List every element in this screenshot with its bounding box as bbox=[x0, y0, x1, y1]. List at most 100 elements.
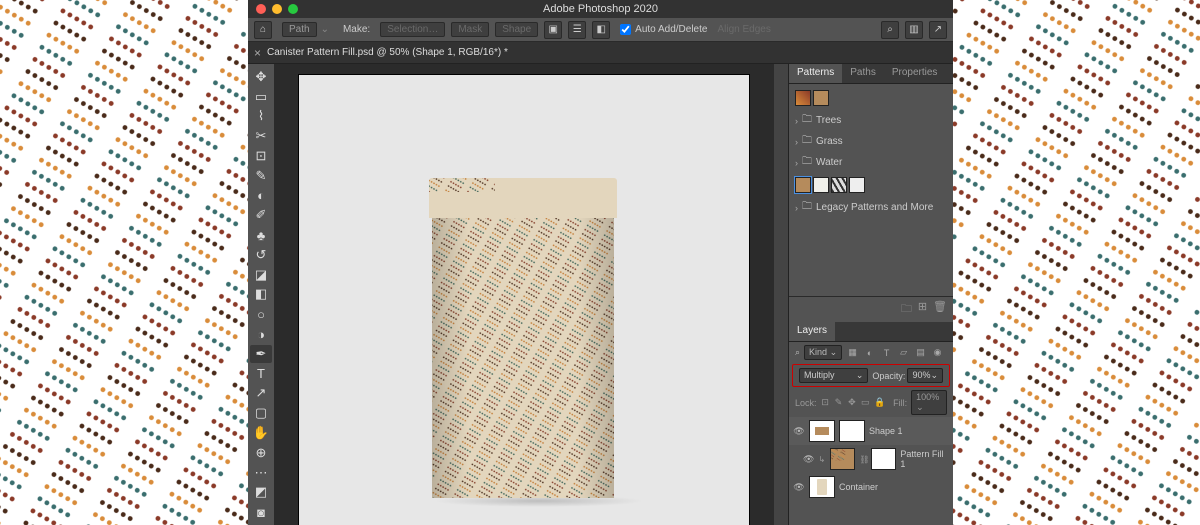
layer-row-container[interactable]: 👁 Container bbox=[789, 473, 953, 501]
filter-search-icon[interactable]: ⌕ bbox=[795, 347, 800, 358]
type-tool[interactable]: T bbox=[250, 365, 272, 383]
lock-all-icon[interactable]: 🔒 bbox=[874, 397, 885, 409]
make-shape-button[interactable]: Shape bbox=[495, 22, 538, 37]
pattern-thumb-1[interactable] bbox=[795, 177, 811, 193]
maximize-window-button[interactable] bbox=[288, 4, 298, 14]
lock-artboard-icon[interactable]: ▭ bbox=[861, 397, 870, 409]
gradient-tool[interactable]: ◧ bbox=[250, 286, 272, 304]
pattern-thumb-3[interactable] bbox=[831, 177, 847, 193]
dodge-tool[interactable]: ◑ bbox=[250, 325, 272, 343]
canvas-area[interactable] bbox=[274, 64, 774, 525]
filter-toggle-icon[interactable]: ◉ bbox=[931, 346, 944, 359]
foreground-background-colors[interactable]: ◩ bbox=[250, 483, 272, 501]
pattern-thumb-4[interactable] bbox=[849, 177, 865, 193]
share-icon[interactable]: ↗ bbox=[929, 21, 947, 39]
brush-tool[interactable]: ✐ bbox=[250, 206, 272, 224]
folder-icon: 🗀 bbox=[802, 199, 812, 216]
visibility-toggle[interactable]: 👁 bbox=[793, 482, 805, 493]
document-tab[interactable]: Canister Pattern Fill.psd @ 50% (Shape 1… bbox=[267, 47, 508, 58]
layer-mask-thumb[interactable] bbox=[871, 448, 896, 470]
layer-name[interactable]: Shape 1 bbox=[869, 426, 903, 436]
path-align-icon[interactable]: ☰ bbox=[568, 21, 586, 39]
top-panel-tabs: Patterns Paths Properties bbox=[789, 64, 953, 84]
blend-opacity-row: Multiply⌄ Opacity: 90% ⌄ bbox=[792, 364, 950, 387]
tab-patterns[interactable]: Patterns bbox=[789, 64, 842, 83]
link-icon[interactable]: ⛓ bbox=[859, 455, 867, 464]
tab-paths[interactable]: Paths bbox=[842, 64, 884, 83]
options-bar: ⌂ Path ⌄ Make: Selection… Mask Shape ▣ ☰… bbox=[248, 18, 953, 42]
filter-smart-icon[interactable]: ▤ bbox=[914, 346, 927, 359]
workspace-switcher-icon[interactable]: ▥ bbox=[905, 21, 923, 39]
frame-tool[interactable]: ⊡ bbox=[250, 147, 272, 165]
filter-kind-dropdown[interactable]: Kind ⌄ bbox=[804, 345, 842, 360]
path-select-tool[interactable]: ↗ bbox=[250, 385, 272, 403]
lock-transparent-icon[interactable]: ⊡ bbox=[821, 397, 830, 409]
move-tool[interactable]: ✥ bbox=[250, 68, 272, 86]
path-arrange-icon[interactable]: ◧ bbox=[592, 21, 610, 39]
recent-pattern-swatch[interactable] bbox=[795, 90, 811, 106]
fill-value-input[interactable]: 100% ⌄ bbox=[911, 390, 947, 415]
search-icon[interactable]: ⌕ bbox=[881, 21, 899, 39]
folder-icon: 🗀 bbox=[802, 154, 812, 171]
pattern-folder-grass[interactable]: ›🗀Grass bbox=[795, 131, 947, 152]
filter-shape-icon[interactable]: ▱ bbox=[897, 346, 910, 359]
tab-properties[interactable]: Properties bbox=[884, 64, 946, 83]
layer-row-shape1[interactable]: 👁 Shape 1 bbox=[789, 417, 953, 445]
patterns-panel-footer: 🗀 ⊞ 🗑 bbox=[789, 296, 953, 322]
filter-type-icon[interactable]: T bbox=[880, 346, 893, 359]
visibility-toggle[interactable]: 👁 bbox=[793, 426, 805, 437]
eraser-tool[interactable]: ◪ bbox=[250, 266, 272, 284]
home-icon[interactable]: ⌂ bbox=[254, 21, 272, 39]
visibility-toggle[interactable]: 👁 bbox=[803, 454, 815, 465]
path-mode-dropdown[interactable]: Path bbox=[282, 22, 317, 37]
document-canvas[interactable] bbox=[298, 74, 750, 525]
delete-pattern-icon[interactable]: 🗑 bbox=[933, 300, 947, 319]
hand-tool[interactable]: ✋ bbox=[250, 424, 272, 442]
layer-thumb[interactable] bbox=[830, 448, 855, 470]
history-brush-tool[interactable]: ↺ bbox=[250, 246, 272, 264]
pen-tool[interactable]: ✒ bbox=[250, 345, 272, 363]
close-tab-button[interactable]: × bbox=[254, 46, 261, 60]
layers-panel-tabs: Layers bbox=[789, 322, 953, 342]
layer-thumb[interactable] bbox=[809, 420, 835, 442]
layer-name[interactable]: Container bbox=[839, 482, 878, 492]
pattern-folder-trees[interactable]: ›🗀Trees bbox=[795, 110, 947, 131]
stamp-tool[interactable]: ♣ bbox=[250, 226, 272, 244]
new-pattern-icon[interactable]: ⊞ bbox=[918, 300, 927, 319]
edit-toolbar[interactable]: ⋯ bbox=[250, 464, 272, 482]
crop-tool[interactable]: ✂ bbox=[250, 127, 272, 145]
filter-adjust-icon[interactable]: ◐ bbox=[863, 346, 876, 359]
quick-mask-toggle[interactable]: ◙ bbox=[250, 503, 272, 521]
make-selection-button[interactable]: Selection… bbox=[380, 22, 445, 37]
layer-list: 👁 Shape 1 👁 ↳ ⛓ Pattern Fill 1 bbox=[789, 417, 953, 525]
tab-layers[interactable]: Layers bbox=[789, 322, 835, 341]
eyedropper-tool[interactable]: ✎ bbox=[250, 167, 272, 185]
layer-row-patternfill[interactable]: 👁 ↳ ⛓ Pattern Fill 1 bbox=[789, 445, 953, 473]
make-mask-button[interactable]: Mask bbox=[451, 22, 489, 37]
pattern-folder-water[interactable]: ›🗀Water bbox=[795, 152, 947, 173]
filter-pixel-icon[interactable]: ▦ bbox=[846, 346, 859, 359]
minimize-window-button[interactable] bbox=[272, 4, 282, 14]
lock-image-icon[interactable]: ✎ bbox=[834, 397, 843, 409]
healing-tool[interactable]: ◐ bbox=[250, 187, 272, 205]
lasso-tool[interactable]: ⌇ bbox=[250, 108, 272, 126]
blend-mode-dropdown[interactable]: Multiply⌄ bbox=[799, 368, 868, 383]
auto-add-delete-checkbox[interactable] bbox=[620, 24, 631, 35]
opacity-value-input[interactable]: 90% ⌄ bbox=[907, 368, 943, 383]
marquee-tool[interactable]: ▭ bbox=[250, 88, 272, 106]
blur-tool[interactable]: ○ bbox=[250, 305, 272, 323]
document-tab-bar: × Canister Pattern Fill.psd @ 50% (Shape… bbox=[248, 42, 953, 64]
layer-name[interactable]: Pattern Fill 1 bbox=[900, 449, 949, 469]
new-group-icon[interactable]: 🗀 bbox=[901, 300, 912, 319]
pattern-thumb-2[interactable] bbox=[813, 177, 829, 193]
shape-tool[interactable]: ▢ bbox=[250, 404, 272, 422]
layer-mask-thumb[interactable] bbox=[839, 420, 865, 442]
path-op-combine-icon[interactable]: ▣ bbox=[544, 21, 562, 39]
layer-thumb[interactable] bbox=[809, 476, 835, 498]
zoom-tool[interactable]: ⊕ bbox=[250, 444, 272, 462]
lock-position-icon[interactable]: ✥ bbox=[847, 397, 856, 409]
pattern-folder-legacy[interactable]: ›🗀Legacy Patterns and More bbox=[795, 197, 947, 218]
vertical-scrollbar[interactable] bbox=[774, 64, 788, 525]
close-window-button[interactable] bbox=[256, 4, 266, 14]
recent-pattern-swatch[interactable] bbox=[813, 90, 829, 106]
